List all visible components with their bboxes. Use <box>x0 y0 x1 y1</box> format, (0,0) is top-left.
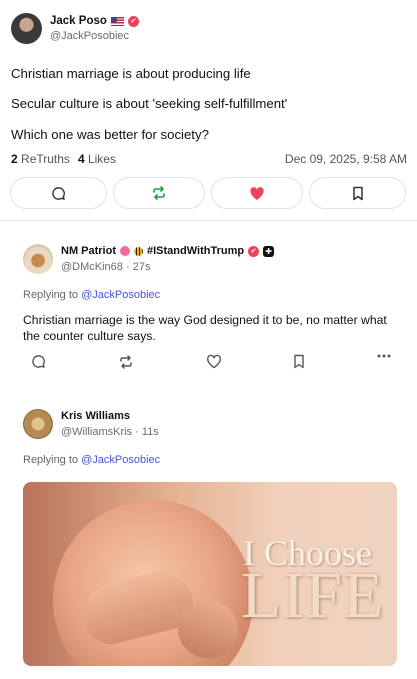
mention-link[interactable]: @JackPosobiec <box>81 454 160 466</box>
like-icon <box>249 186 265 201</box>
reply-button[interactable] <box>10 177 107 209</box>
retruths-stat[interactable]: 2 ReTruths <box>11 152 70 166</box>
reply-author-tag: #IStandWithTrump <box>147 245 245 257</box>
reply-author-name[interactable]: NM Patriot <box>61 245 116 257</box>
post-author[interactable]: Jack Poso ✔ @JackPosobiec <box>11 13 139 44</box>
reply-author-handle[interactable]: @WilliamsKris <box>61 426 132 438</box>
reply-author-handle[interactable]: @DMcKin68 <box>61 261 123 273</box>
avatar[interactable] <box>23 244 53 274</box>
avatar[interactable] <box>23 409 53 439</box>
divider <box>0 220 417 221</box>
bookmark-icon[interactable] <box>293 354 305 370</box>
author-handle[interactable]: @JackPosobiec <box>50 29 139 44</box>
post-action-bar <box>10 177 406 209</box>
post-stats: 2 ReTruths 4 Likes <box>11 152 116 166</box>
retruth-icon[interactable] <box>118 354 134 370</box>
replying-to: Replying to @JackPosobiec <box>23 289 161 301</box>
post-text-line-3: Which one was better for society? <box>11 127 209 142</box>
post-text-line-2: Secular culture is about 'seeking self-f… <box>11 96 288 111</box>
reply-age[interactable]: 27s <box>133 261 151 273</box>
reply-age[interactable]: 11s <box>142 426 159 438</box>
retruth-icon <box>151 185 167 201</box>
reply-icon[interactable] <box>31 354 46 370</box>
flower-icon <box>120 246 130 256</box>
verified-icon: ✔ <box>248 245 260 257</box>
bookmark-icon <box>352 186 364 201</box>
retruth-button[interactable] <box>113 177 205 209</box>
like-button[interactable] <box>211 177 303 209</box>
like-icon[interactable] <box>206 354 222 370</box>
more-icon[interactable] <box>377 354 391 370</box>
bookmark-button[interactable] <box>309 177 406 209</box>
verified-icon: ✔ <box>127 15 139 27</box>
media-text-line-2: LIFE <box>241 559 385 632</box>
author-name[interactable]: Jack Poso <box>50 15 107 27</box>
avatar[interactable] <box>11 13 42 44</box>
reply-text: Christian marriage is the way God design… <box>23 313 387 343</box>
post-text-line-1: Christian marriage is about producing li… <box>11 66 251 81</box>
us-flag-icon <box>110 16 124 26</box>
likes-stat[interactable]: 4 Likes <box>78 152 116 166</box>
replying-to: Replying to @JackPosobiec <box>23 454 161 466</box>
mention-link[interactable]: @JackPosobiec <box>81 289 160 301</box>
plus-badge-icon: ✚ <box>263 245 275 257</box>
bee-icon <box>134 246 143 256</box>
reply-action-bar <box>31 354 391 370</box>
post-timestamp[interactable]: Dec 09, 2025, 9:58 AM <box>285 152 407 166</box>
reply-author-name[interactable]: Kris Williams <box>61 410 130 422</box>
reply-icon <box>51 186 66 201</box>
reply-media-image[interactable]: I Choose LIFE <box>23 482 397 666</box>
